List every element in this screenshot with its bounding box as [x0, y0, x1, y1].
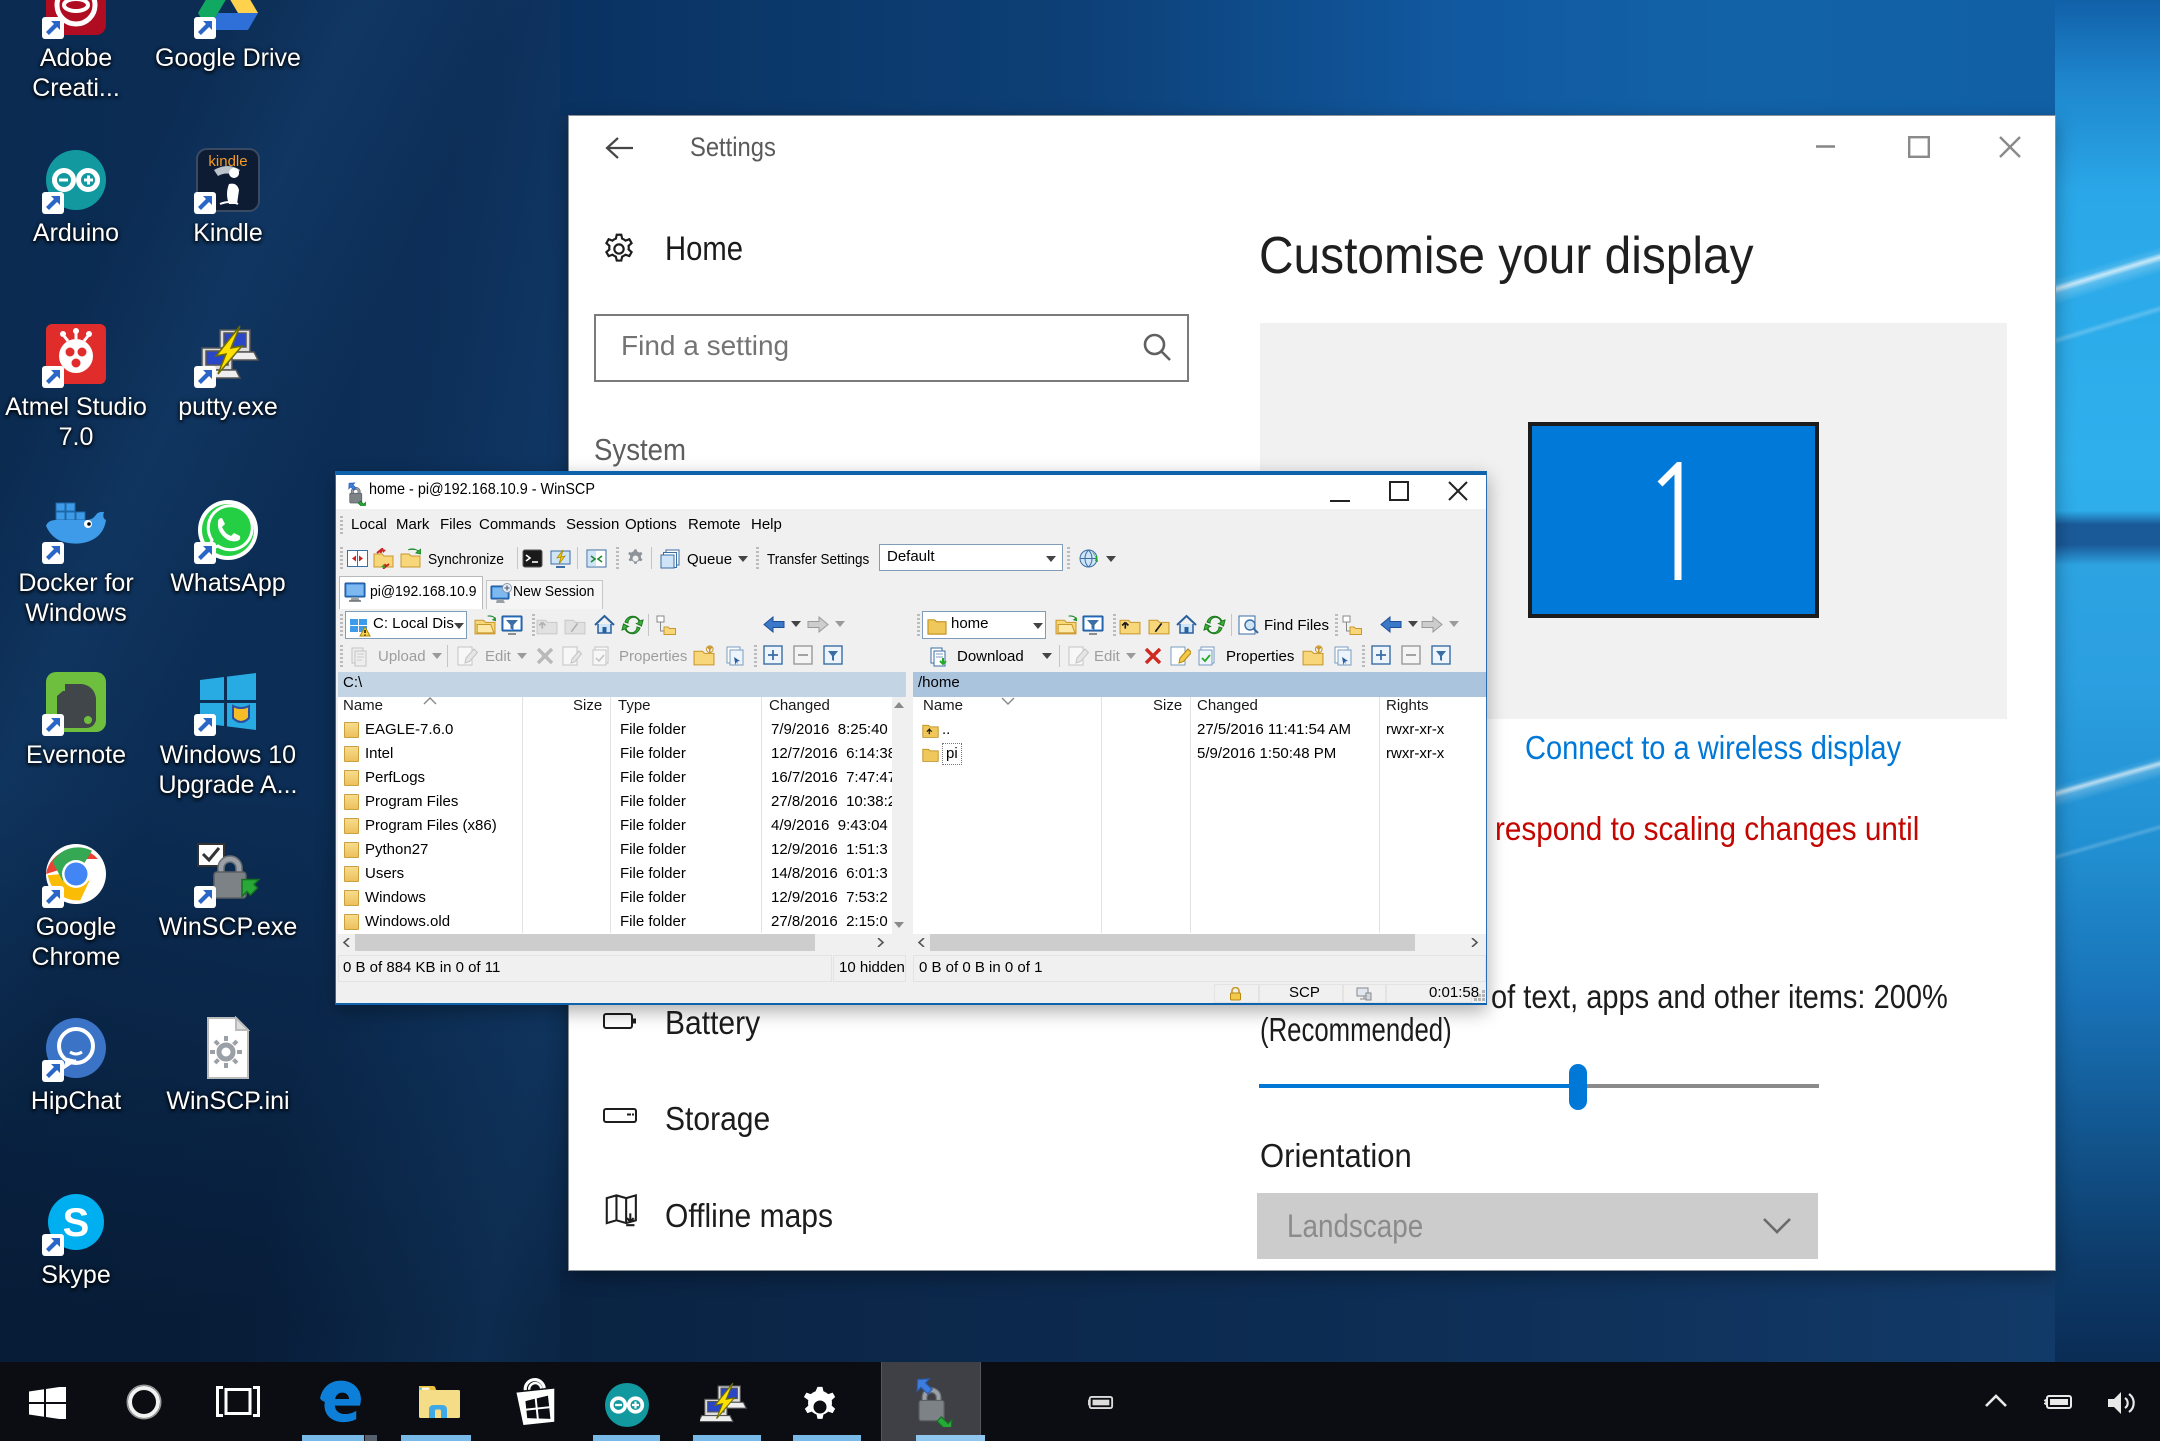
- svg-text:S: S: [63, 1201, 90, 1245]
